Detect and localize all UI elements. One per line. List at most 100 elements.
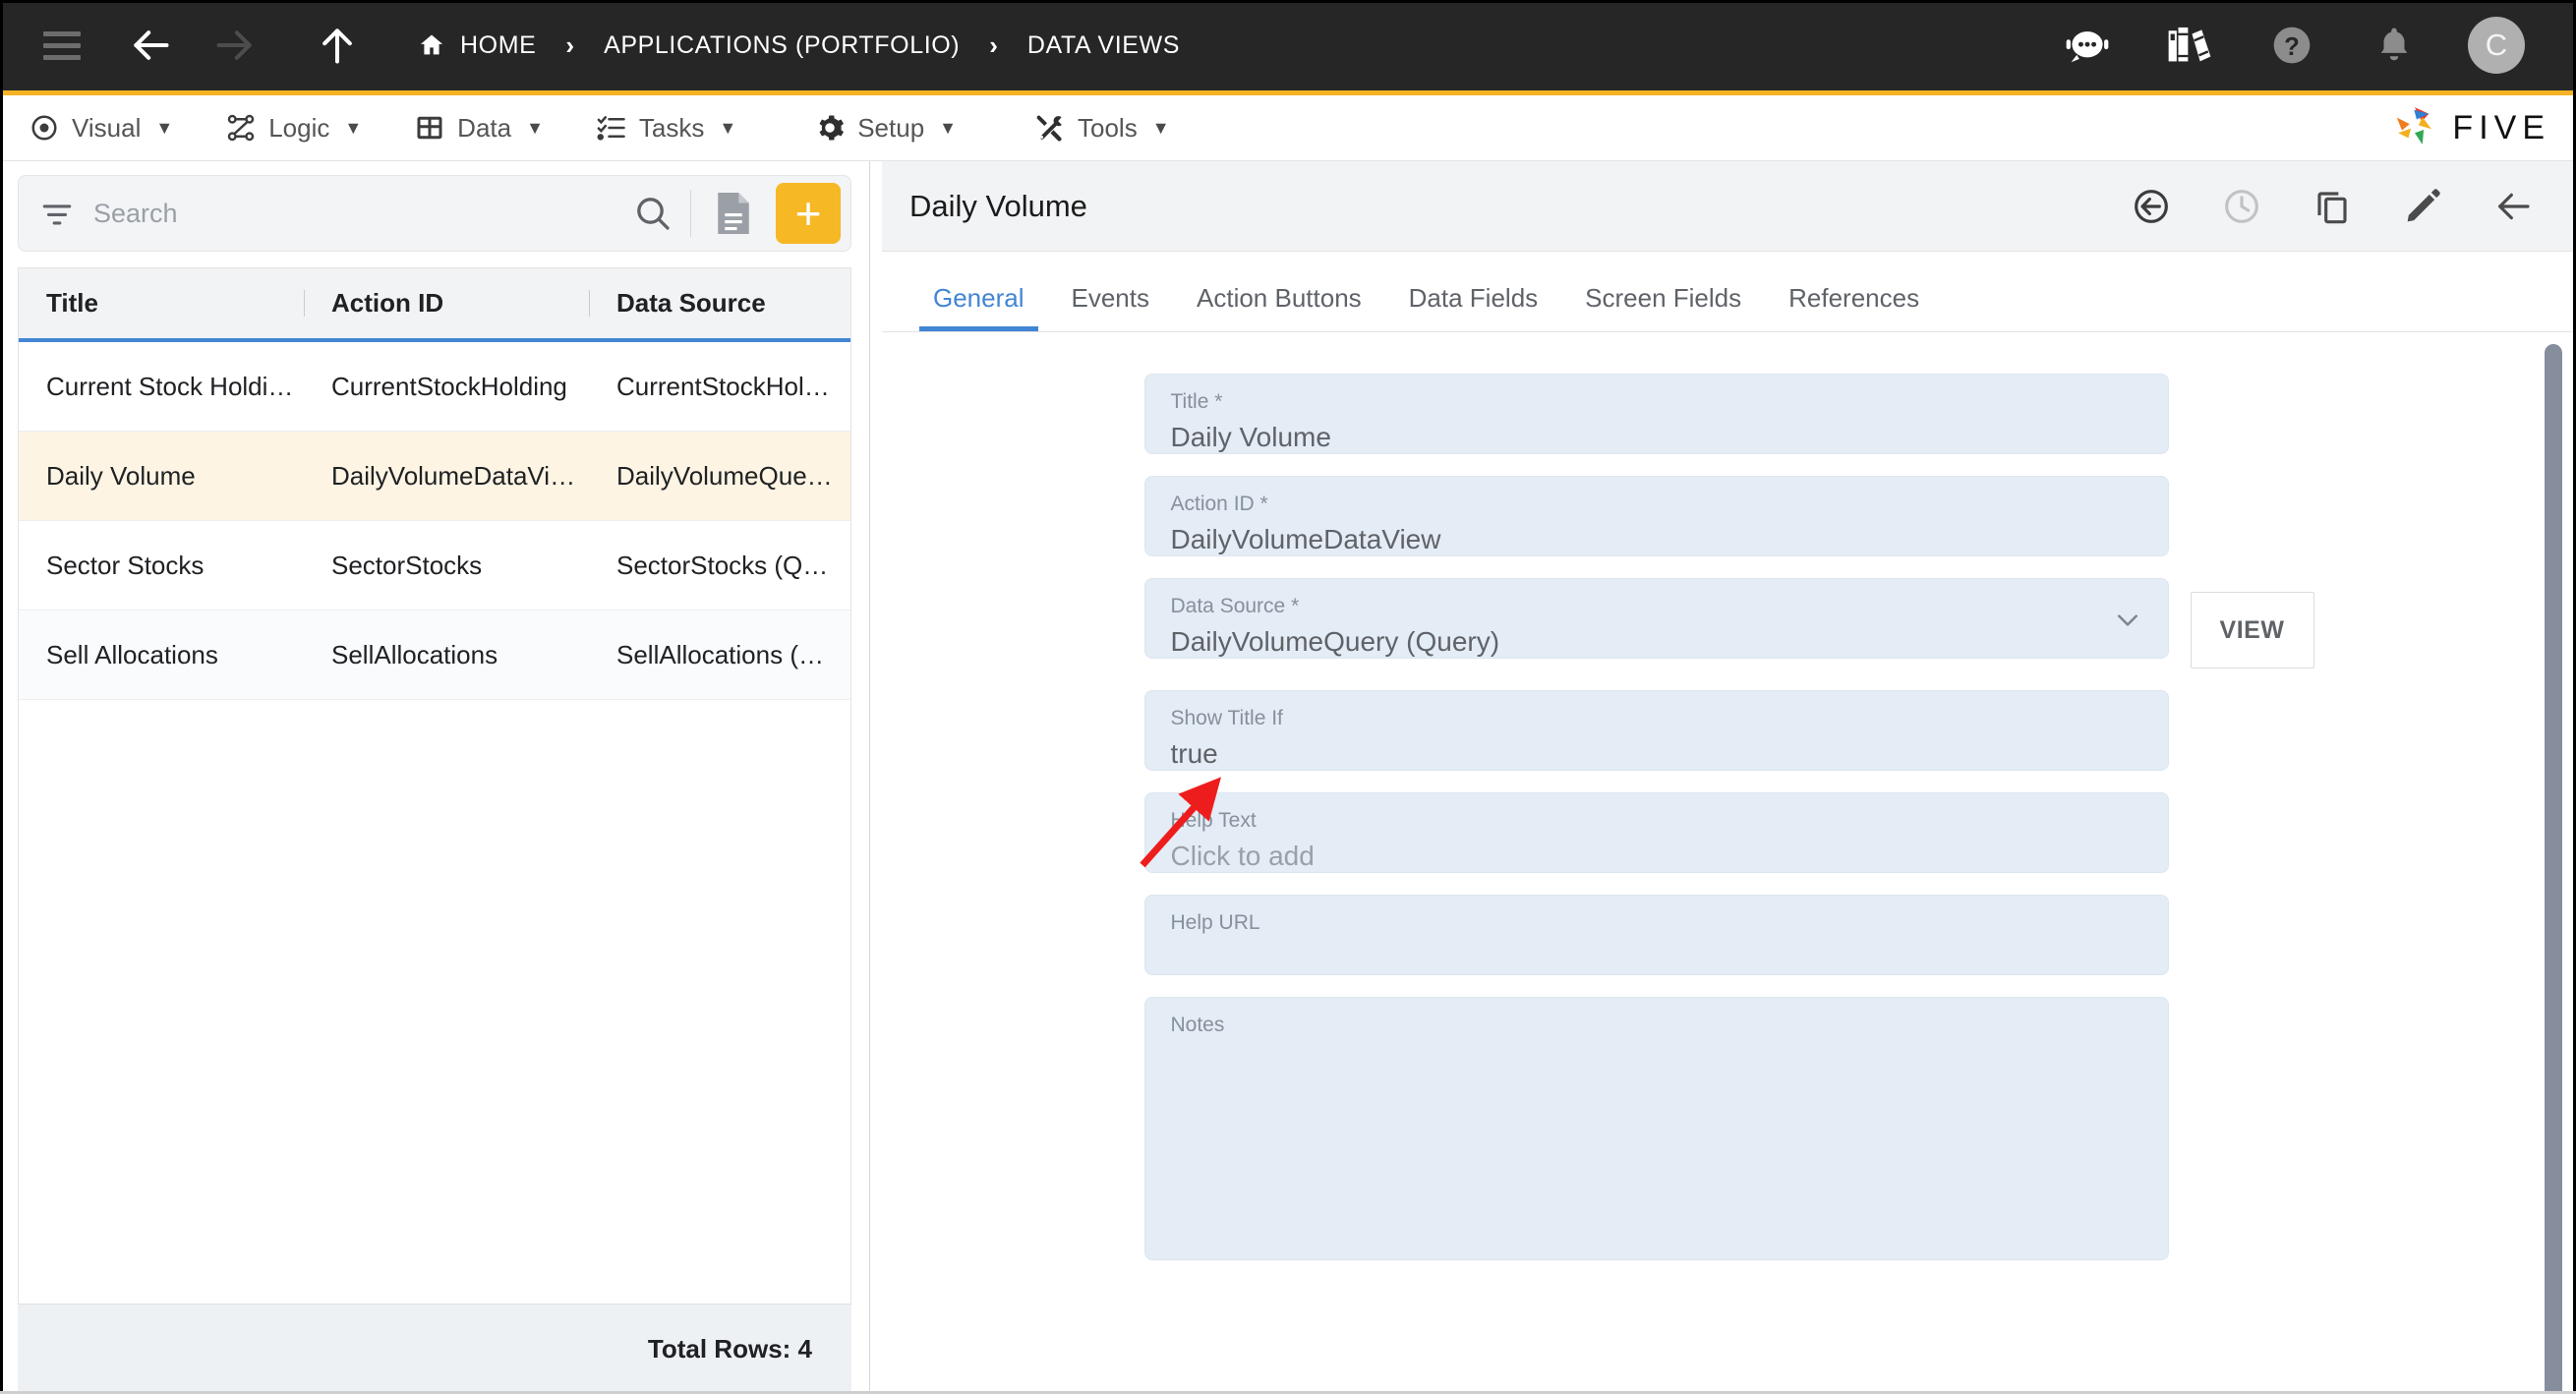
menu-data-label: Data [457,112,512,143]
records-grid: Title Action ID Data Source Current Stoc… [18,267,851,1304]
chevron-down-icon: ▼ [1151,117,1170,138]
chevron-down-icon[interactable] [2113,605,2142,638]
field-help-text[interactable]: Help Text Click to add [1143,792,2169,873]
filter-icon[interactable] [40,197,74,230]
page-title: Daily Volume [909,188,1087,223]
home-icon [417,31,446,59]
copy-duplicate-icon[interactable] [2313,187,2352,226]
form-scrollbar[interactable] [2545,344,2562,1394]
chevron-down-icon: ▼ [719,117,737,138]
eye-icon [29,113,59,143]
chevron-down-icon: ▼ [526,117,544,138]
table-row[interactable]: Sell Allocations SellAllocations SellAll… [19,610,850,700]
history-clock-icon[interactable] [2222,187,2261,226]
arrow-up-icon[interactable] [309,17,366,74]
table-row[interactable]: Current Stock Holdi… CurrentStockHolding… [19,342,850,432]
field-data-source[interactable]: Data Source * DailyVolumeQuery (Query) [1143,578,2169,659]
tab-general[interactable]: General [909,283,1048,331]
chevron-down-icon: ▼ [344,117,363,138]
search-icon[interactable] [633,194,673,233]
scrollbar-thumb[interactable] [2545,344,2562,1394]
field-action-id-value: DailyVolumeDataView [1170,524,1441,555]
field-show-title-if[interactable]: Show Title If true [1143,690,2169,771]
cell-action-id: SectorStocks [331,550,483,580]
chevron-down-icon: ▼ [939,117,957,138]
field-title[interactable]: Title * Daily Volume [1143,374,2169,454]
table-row[interactable]: Daily Volume DailyVolumeDataVi… DailyVol… [19,432,850,521]
cell-title: Daily Volume [46,460,196,491]
records-sidebar: + Title Action ID Data Source Current St… [0,161,870,1394]
field-help-url[interactable]: Help URL [1143,895,2169,975]
field-notes-label: Notes [1170,1014,1225,1036]
breadcrumb-item-home[interactable]: HOME [417,31,536,60]
column-header-title[interactable]: Title [19,268,304,338]
field-row-help-url: Help URL [1143,895,2314,975]
hamburger-menu-icon[interactable] [33,17,90,74]
cell-action-id: DailyVolumeDataVi… [331,460,576,491]
cell-data-source: SellAllocations (Qu… [616,639,850,669]
menu-logic[interactable]: Logic ▼ [226,113,362,144]
menu-setup-label: Setup [857,112,925,143]
field-action-id-label: Action ID * [1170,493,1268,515]
menu-data[interactable]: Data ▼ [415,113,544,144]
five-logo-text: FIVE [2452,108,2550,146]
field-row-action-id: Action ID * DailyVolumeDataView [1143,476,2314,556]
menu-visual[interactable]: Visual ▼ [29,113,173,144]
field-data-source-value: DailyVolumeQuery (Query) [1170,626,1500,658]
breadcrumb-separator-1: › [565,29,575,60]
menu-tools-label: Tools [1078,112,1138,143]
view-button[interactable]: VIEW [2190,592,2314,668]
field-row-data-source: Data Source * DailyVolumeQuery (Query) V… [1143,578,2314,668]
menu-tasks[interactable]: Tasks ▼ [597,113,736,144]
search-input[interactable] [74,198,633,229]
breadcrumb-item-data-views[interactable]: DATA VIEWS [1027,31,1180,60]
menu-setup[interactable]: Setup ▼ [815,113,957,144]
library-books-icon[interactable] [2161,17,2218,74]
notifications-bell-icon[interactable] [2366,17,2423,74]
document-icon[interactable] [713,191,754,236]
table-row[interactable]: Sector Stocks SectorStocks SectorStocks … [19,521,850,610]
column-header-data-source[interactable]: Data Source [589,268,850,338]
detail-toolbar [2132,187,2533,226]
grid-header-row: Title Action ID Data Source [19,268,850,342]
field-action-id[interactable]: Action ID * DailyVolumeDataView [1143,476,2169,556]
back-arrow-icon[interactable] [2493,187,2533,226]
tab-screen-fields[interactable]: Screen Fields [1561,283,1765,331]
menu-tools[interactable]: Tools ▼ [1035,113,1170,144]
edit-pencil-icon[interactable] [2403,187,2442,226]
user-avatar[interactable]: C [2468,17,2525,74]
column-header-action-id[interactable]: Action ID [304,268,589,338]
window-border-top [0,0,2576,3]
field-show-title-if-label: Show Title If [1170,707,1283,729]
arrow-left-icon[interactable] [122,17,179,74]
tab-references[interactable]: References [1765,283,1943,331]
menu-visual-label: Visual [72,112,142,143]
tab-data-fields[interactable]: Data Fields [1385,283,1562,331]
help-circle-icon[interactable]: ? [2263,17,2320,74]
undo-revert-icon[interactable] [2132,187,2171,226]
breadcrumb-item-applications[interactable]: APPLICATIONS (PORTFOLIO) [604,31,960,60]
main-menu-bar: Visual ▼ Logic ▼ Data ▼ Tasks ▼ Setup ▼ … [0,95,2576,161]
chatbot-icon[interactable] [2059,17,2116,74]
cell-title: Sell Allocations [46,639,218,669]
table-grid-icon [415,113,444,143]
arrow-right-icon[interactable] [206,17,263,74]
field-title-value: Daily Volume [1170,422,1331,453]
cell-title: Sector Stocks [46,550,205,580]
cell-data-source: DailyVolumeQuery … [616,460,850,491]
field-row-title: Title * Daily Volume [1143,374,2314,454]
field-help-text-value: Click to add [1170,841,1315,872]
content-split: + Title Action ID Data Source Current St… [0,161,2576,1394]
total-rows-label: Total Rows: 4 [647,1334,812,1364]
five-brand-logo: FIVE [2389,102,2550,153]
tab-action-buttons[interactable]: Action Buttons [1173,283,1385,331]
add-record-button[interactable]: + [776,183,841,244]
general-form: Title * Daily Volume Action ID * DailyVo… [882,332,2576,1282]
tools-wrench-icon [1035,113,1065,143]
field-notes[interactable]: Notes [1143,997,2169,1260]
logic-flow-icon [226,113,256,143]
checklist-icon [597,113,626,143]
menu-logic-label: Logic [268,112,330,143]
tab-events[interactable]: Events [1048,283,1174,331]
grid-body: Current Stock Holdi… CurrentStockHolding… [19,342,850,1304]
